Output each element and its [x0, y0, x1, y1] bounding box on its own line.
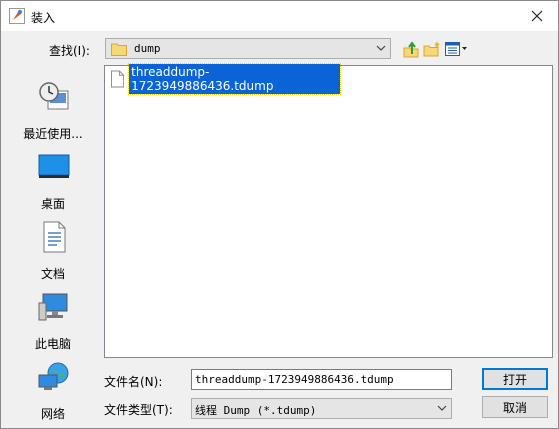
file-type-select[interactable]: 线程 Dump (*.tdump) [191, 398, 452, 419]
close-icon [531, 10, 543, 22]
place-this-pc[interactable]: 此电脑 [9, 291, 97, 357]
place-recent[interactable]: 最近使用... [9, 81, 97, 147]
file-type-label: 文件类型(T): [104, 403, 173, 417]
this-pc-icon [38, 293, 68, 321]
list-item[interactable]: threaddump-1723949886436.tdump [108, 62, 341, 95]
file-type-value: 线程 Dump (*.tdump) [195, 404, 317, 417]
place-network-label: 网络 [40, 407, 65, 421]
place-recent-label: 最近使用... [23, 127, 83, 141]
look-in-value: dump [134, 42, 161, 55]
place-desktop-label: 桌面 [40, 197, 65, 211]
look-in-label: 查找(I): [49, 44, 90, 58]
place-this-pc-label: 此电脑 [34, 337, 71, 351]
desktop-icon [38, 154, 70, 178]
app-icon [9, 8, 25, 24]
place-documents[interactable]: 文档 [9, 221, 97, 287]
open-button[interactable]: 打开 [482, 368, 548, 390]
network-icon [38, 362, 69, 390]
place-desktop[interactable]: 桌面 [9, 151, 97, 217]
place-documents-label: 文档 [40, 267, 65, 281]
file-name-label: 文件名(N): [104, 375, 163, 389]
up-one-level-button[interactable] [401, 39, 421, 59]
place-network[interactable]: 网络 [9, 361, 97, 427]
open-file-dialog: 装入 查找(I): dump 最近使用... 桌面 文档 此电脑 网络 thre… [0, 0, 559, 429]
look-in-combobox[interactable]: dump [105, 38, 391, 59]
new-folder-button[interactable] [422, 39, 442, 59]
cancel-button[interactable]: 取消 [482, 396, 548, 418]
file-list[interactable]: threaddump-1723949886436.tdump [104, 62, 553, 358]
recent-items-icon [39, 82, 69, 110]
title-bar: 装入 [1, 1, 558, 31]
file-name: threaddump-1723949886436.tdump [128, 62, 341, 95]
close-button[interactable] [516, 1, 558, 31]
view-menu-icon [445, 42, 467, 56]
view-menu-button[interactable] [444, 39, 468, 59]
new-folder-icon [423, 41, 440, 57]
places-bar: 最近使用... 桌面 文档 此电脑 网络 [9, 65, 97, 423]
documents-icon [43, 221, 66, 253]
chevron-down-icon [376, 45, 386, 51]
file-name-input[interactable]: threaddump-1723949886436.tdump [191, 369, 452, 390]
file-icon [111, 70, 125, 87]
window-title: 装入 [31, 11, 56, 25]
chevron-down-icon [437, 405, 447, 411]
folder-icon [111, 43, 127, 56]
up-one-level-icon [403, 41, 419, 58]
